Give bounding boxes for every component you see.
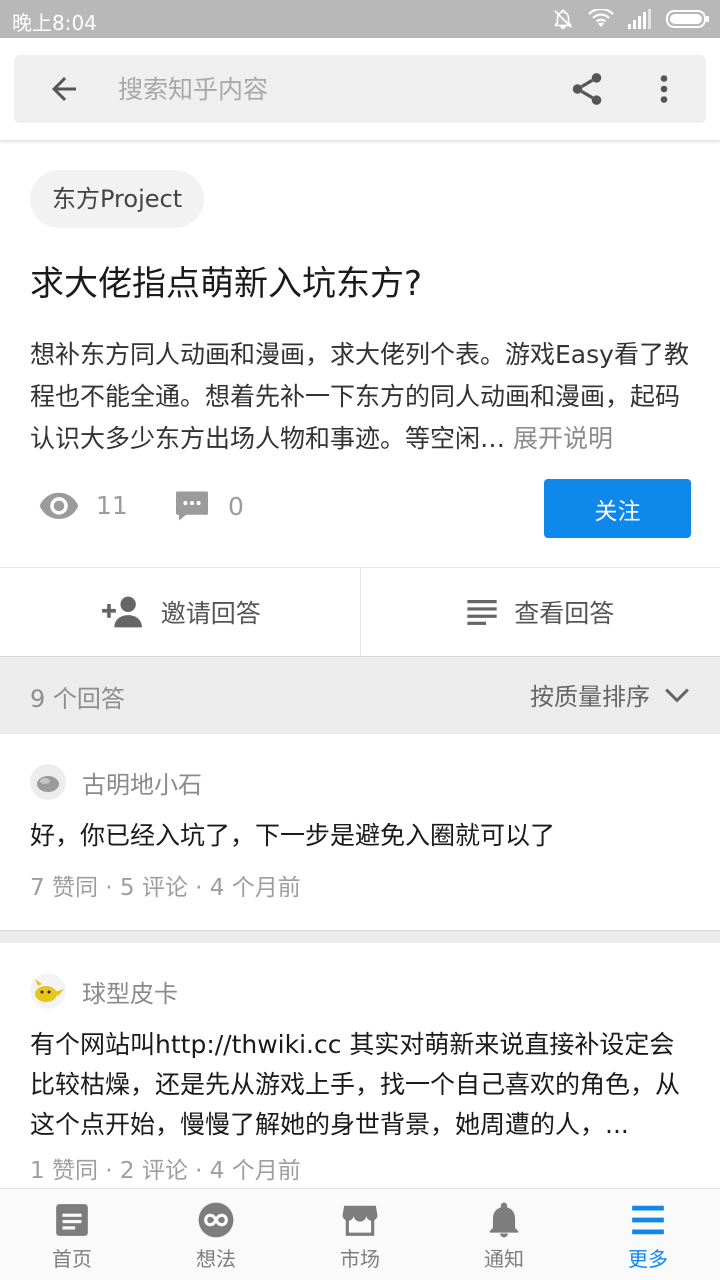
chevron-down-icon <box>665 688 689 703</box>
follow-button[interactable]: 关注 <box>544 479 691 538</box>
answer-card[interactable]: 古明地小石 好，你已经入坑了，下一步是避免入圈就可以了 7 赞同 · 5 评论 … <box>0 734 720 930</box>
status-bar: 晚上8:04 <box>0 0 720 38</box>
answer-author[interactable]: 球型皮卡 <box>30 973 178 1009</box>
answer-divider <box>0 930 720 943</box>
nav-market-label: 市场 <box>340 1247 380 1271</box>
nav-home-label: 首页 <box>52 1247 92 1271</box>
answers-header: 9 个回答 按质量排序 <box>0 657 720 734</box>
author-name: 球型皮卡 <box>82 979 178 1008</box>
add-person-icon <box>101 596 142 628</box>
view-count: 11 <box>38 490 128 520</box>
nav-ideas-label: 想法 <box>196 1247 236 1271</box>
question-description[interactable]: 想补东方同人动画和漫画，求大佬列个表。游戏Easy看了教程也不能全通。想着先补一… <box>30 334 692 460</box>
nav-home[interactable]: 首页 <box>0 1189 144 1280</box>
status-icons <box>552 6 710 32</box>
back-button[interactable] <box>46 71 82 107</box>
home-icon <box>56 1204 88 1236</box>
answer-meta: 1 赞同 · 2 评论 · 4 个月前 <box>30 1158 301 1184</box>
expand-description-link[interactable]: 展开说明 <box>513 424 613 453</box>
answer-author[interactable]: 古明地小石 <box>30 764 202 800</box>
nav-more[interactable]: 更多 <box>576 1189 720 1280</box>
share-icon <box>572 73 602 105</box>
stone-avatar-icon <box>30 764 66 800</box>
wifi-icon <box>588 9 614 27</box>
yellow-creature-avatar-icon <box>30 973 66 1009</box>
nav-more-label: 更多 <box>628 1247 668 1271</box>
list-icon <box>467 600 497 625</box>
question-title: 求大佬指点萌新入坑东方? <box>30 264 423 304</box>
signal-icon <box>628 9 651 29</box>
idea-icon <box>198 1202 234 1238</box>
avatar[interactable] <box>30 973 66 1009</box>
author-name: 古明地小石 <box>82 770 202 799</box>
answers-count: 9 个回答 <box>30 685 125 713</box>
more-vertical-icon <box>660 75 668 103</box>
comment-icon <box>176 491 208 521</box>
question-actions: 邀请回答 查看回答 <box>0 567 720 657</box>
market-icon <box>342 1205 378 1236</box>
avatar[interactable] <box>30 764 66 800</box>
invite-answer-button[interactable]: 邀请回答 <box>0 568 360 656</box>
more-options-button[interactable] <box>646 69 682 109</box>
search-bar <box>14 55 706 123</box>
mute-bell-icon <box>554 9 572 29</box>
share-button[interactable] <box>568 69 606 109</box>
bottom-nav: 首页 想法 市场 通知 更多 <box>0 1188 720 1280</box>
answer-card[interactable]: 球型皮卡 有个网站叫http://thwiki.cc 其实对萌新来说直接补设定会… <box>0 943 720 1188</box>
bell-icon <box>489 1202 519 1238</box>
eye-icon <box>39 492 79 519</box>
nav-notifications-label: 通知 <box>484 1247 524 1271</box>
invite-answer-label: 邀请回答 <box>160 599 261 628</box>
comment-count[interactable]: 0 <box>174 490 244 522</box>
answer-excerpt: 有个网站叫http://thwiki.cc 其实对萌新来说直接补设定会比较枯燥，… <box>30 1030 681 1139</box>
view-answers-label: 查看回答 <box>514 599 615 628</box>
answer-excerpt: 好，你已经入坑了，下一步是避免入圈就可以了 <box>30 821 556 850</box>
view-answers-button[interactable]: 查看回答 <box>359 568 720 656</box>
nav-notifications[interactable]: 通知 <box>432 1189 576 1280</box>
search-input[interactable] <box>118 69 518 109</box>
answer-meta: 7 赞同 · 5 评论 · 4 个月前 <box>30 875 301 901</box>
comment-count-value: 0 <box>228 491 244 521</box>
nav-ideas[interactable]: 想法 <box>144 1189 288 1280</box>
menu-icon <box>632 1205 664 1235</box>
nav-market[interactable]: 市场 <box>288 1189 432 1280</box>
view-count-value: 11 <box>96 490 128 520</box>
battery-icon <box>666 10 709 28</box>
topic-tag[interactable]: 东方Project <box>30 170 205 228</box>
sort-dropdown[interactable]: 按质量排序 <box>530 677 690 712</box>
status-time: 晚上8:04 <box>12 11 97 35</box>
top-header <box>0 38 720 140</box>
sort-label: 按质量排序 <box>530 683 650 711</box>
arrow-left-icon <box>52 77 76 101</box>
